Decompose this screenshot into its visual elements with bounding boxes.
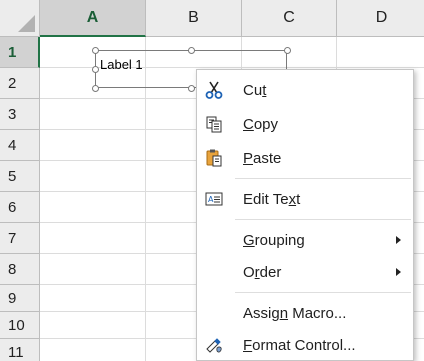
context-menu: Cut Copy Paste A Edit Text Grouping Orde…	[196, 69, 414, 361]
menu-separator	[235, 178, 411, 179]
spreadsheet: A B C D 1 2 3 4 5 6 7 8 9 10 11 Label 1	[0, 0, 424, 361]
resize-handle-top-left[interactable]	[92, 47, 99, 54]
menu-item-order-label: Order	[243, 263, 282, 281]
column-header-a[interactable]: A	[40, 0, 146, 37]
menu-item-format-control[interactable]: Format Control...	[197, 329, 413, 361]
submenu-arrow-icon	[396, 268, 401, 276]
menu-item-copy[interactable]: Copy	[197, 108, 413, 140]
row-header-6[interactable]: 6	[0, 192, 40, 223]
row-header-2[interactable]: 2	[0, 68, 40, 99]
scissors-icon	[203, 79, 225, 101]
select-all-corner[interactable]	[0, 0, 40, 37]
resize-handle-bottom-middle[interactable]	[188, 85, 195, 92]
row-header-11[interactable]: 11	[0, 339, 40, 361]
menu-item-cut[interactable]: Cut	[197, 74, 413, 106]
row-header-3[interactable]: 3	[0, 99, 40, 130]
row-header-9[interactable]: 9	[0, 285, 40, 312]
resize-handle-top-right[interactable]	[284, 47, 291, 54]
menu-separator	[235, 219, 411, 220]
row-header-4[interactable]: 4	[0, 130, 40, 161]
format-control-icon	[203, 334, 225, 356]
menu-item-paste-label: Paste	[243, 149, 282, 167]
menu-item-order[interactable]: Order	[197, 256, 413, 288]
label-control-text: Label 1	[100, 57, 143, 72]
copy-icon	[203, 113, 225, 135]
menu-item-copy-label: Copy	[243, 115, 279, 133]
resize-handle-bottom-left[interactable]	[92, 85, 99, 92]
column-header-c[interactable]: C	[242, 0, 337, 37]
select-all-triangle-icon	[18, 15, 35, 32]
menu-item-edit-text[interactable]: A Edit Text	[197, 183, 413, 215]
column-header-d[interactable]: D	[337, 0, 424, 37]
resize-handle-top-middle[interactable]	[188, 47, 195, 54]
menu-item-assign-macro-label: Assign Macro...	[243, 304, 347, 322]
column-header-b[interactable]: B	[146, 0, 242, 37]
svg-text:A: A	[208, 195, 214, 204]
row-header-7[interactable]: 7	[0, 223, 40, 254]
menu-item-assign-macro[interactable]: Assign Macro...	[197, 297, 413, 329]
edit-text-icon: A	[203, 188, 225, 210]
menu-item-format-control-label: Format Control...	[243, 336, 356, 354]
menu-item-edit-text-label: Edit Text	[243, 190, 301, 208]
menu-separator	[235, 292, 411, 293]
menu-item-cut-label: Cut	[243, 81, 267, 99]
menu-item-grouping[interactable]: Grouping	[197, 224, 413, 256]
clipboard-paste-icon	[203, 147, 225, 169]
row-header-5[interactable]: 5	[0, 161, 40, 192]
menu-item-grouping-label: Grouping	[243, 231, 305, 249]
row-header-8[interactable]: 8	[0, 254, 40, 285]
submenu-arrow-icon	[396, 236, 401, 244]
menu-item-paste[interactable]: Paste	[197, 142, 413, 174]
row-header-1[interactable]: 1	[0, 37, 40, 68]
resize-handle-middle-left[interactable]	[92, 66, 99, 73]
row-header-10[interactable]: 10	[0, 312, 40, 339]
